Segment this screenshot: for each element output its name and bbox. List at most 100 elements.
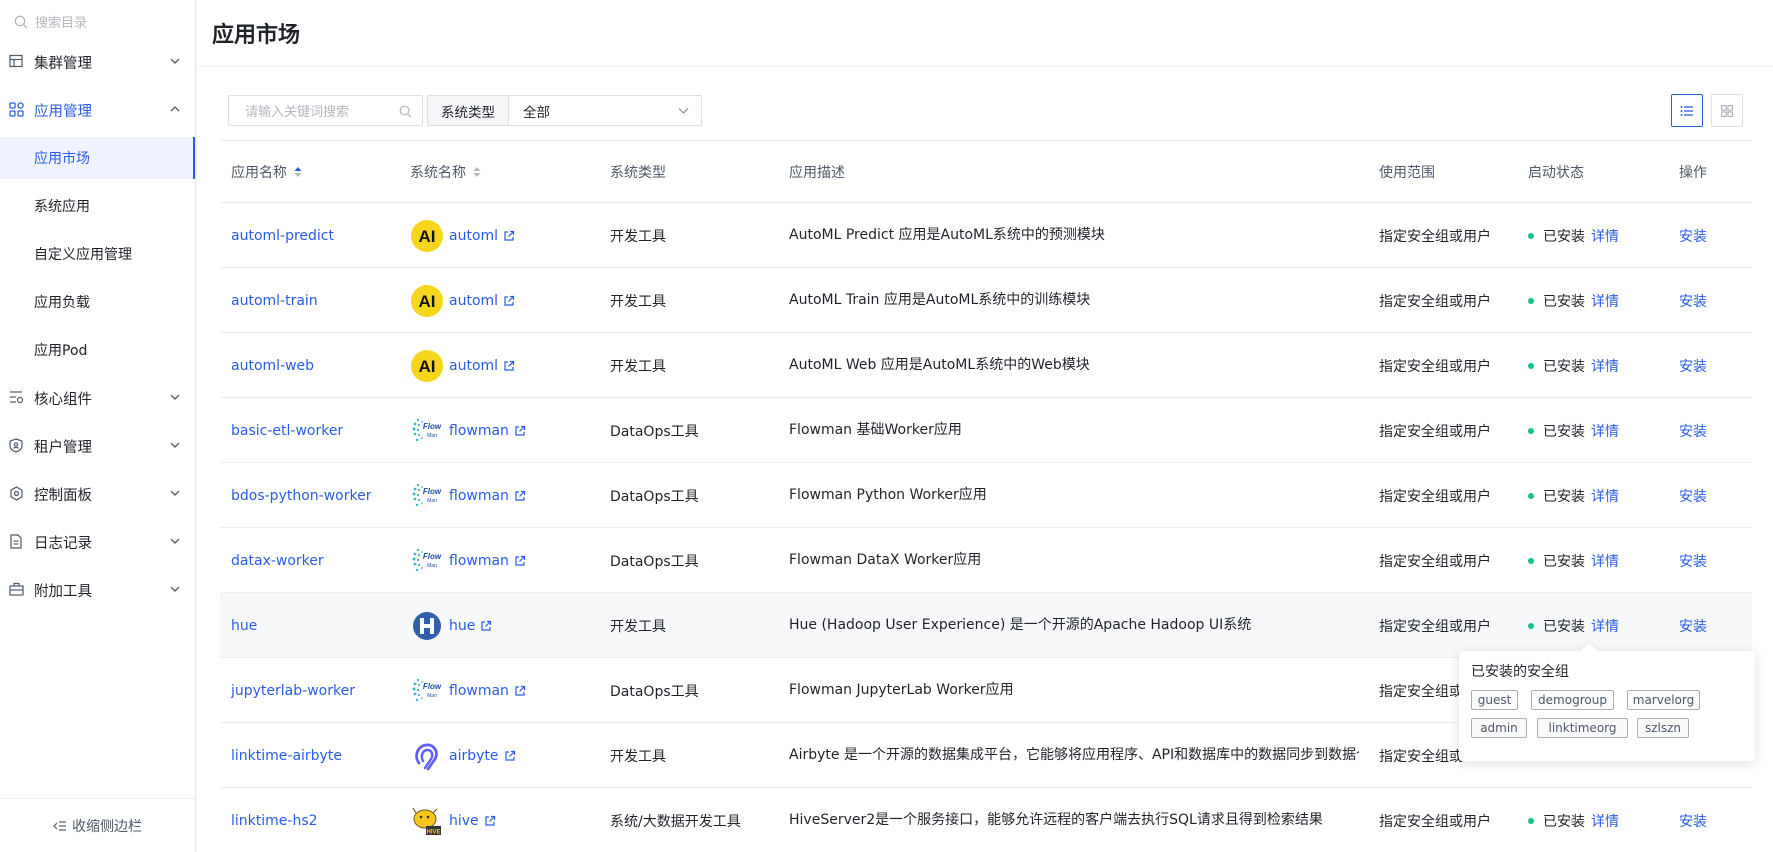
sidebar-item-custom-apps[interactable]: 自定义应用管理 [0,233,195,275]
system-type-label: 系统类型 [427,95,509,126]
install-button[interactable]: 安装 [1679,333,1707,398]
detail-link[interactable]: 详情 [1591,226,1619,246]
th-app-name-label: 应用名称 [231,165,287,181]
install-button[interactable]: 安装 [1679,268,1707,333]
collapse-sidebar-label: 收缩侧边栏 [72,818,142,835]
collapse-icon [53,820,66,831]
menu-core-components[interactable]: 核心组件 [0,376,195,420]
system-name-link[interactable]: flowman [449,553,509,569]
system-name-link[interactable]: hue [449,618,475,634]
svg-text:Flow: Flow [423,682,442,691]
system-name-link[interactable]: flowman [449,488,509,504]
detail-link[interactable]: 详情 [1591,486,1619,506]
app-name-link[interactable]: basic-etl-worker [231,398,343,463]
group-tag: guest [1471,690,1518,710]
system-type-cell: DataOps工具 [610,488,699,505]
app-name-link[interactable]: linktime-hs2 [231,788,318,852]
install-button[interactable]: 安装 [1679,593,1707,658]
app-name-link[interactable]: automl-train [231,268,318,333]
system-name-link[interactable]: flowman [449,423,509,439]
app-name-link[interactable]: datax-worker [231,528,324,593]
scope-cell: 指定安全组或用户 [1379,358,1491,375]
status-cell: 已安装 详情 [1528,528,1619,593]
system-type-select[interactable]: 全部 [509,95,702,126]
scope-cell: 指定安全组或用户 [1379,618,1491,635]
external-link-icon[interactable] [503,360,515,372]
keyword-search-input[interactable]: 请输入关键词搜索 [228,95,423,126]
sidebar-item-app-pod[interactable]: 应用Pod [0,329,195,371]
components-icon [9,390,25,406]
system-name-link[interactable]: automl [449,293,498,309]
installed-groups-popover: 已安装的安全组 guest demogroup marvelorg admin … [1459,642,1755,761]
description-text: Flowman DataX Worker应用 [789,552,982,568]
sidebar-item-app-load[interactable]: 应用负载 [0,281,195,323]
page-header: 应用市场 [197,0,1773,65]
external-link-icon[interactable] [504,750,516,762]
collapse-sidebar-button[interactable]: 收缩侧边栏 [0,798,195,852]
install-button[interactable]: 安装 [1679,463,1707,528]
th-system-name[interactable]: 系统名称 [410,141,481,203]
system-name-link[interactable]: automl [449,358,498,374]
list-view-button[interactable] [1671,94,1703,127]
app-name-link[interactable]: jupyterlab-worker [231,658,355,723]
detail-link[interactable]: 详情 [1591,421,1619,441]
app-name-link[interactable]: bdos-python-worker [231,463,371,528]
svg-text:Man: Man [427,693,437,699]
app-name-link[interactable]: linktime-airbyte [231,723,342,788]
external-link-icon[interactable] [484,815,496,827]
sort-icon [473,167,481,177]
system-name-link[interactable]: automl [449,228,498,244]
detail-link[interactable]: 详情 [1591,291,1619,311]
menu-control-panel-label: 控制面板 [34,487,92,504]
app-name-link[interactable]: automl-predict [231,203,334,268]
catalog-search[interactable]: 搜索目录 [14,12,87,31]
menu-extra-tools-label: 附加工具 [34,583,92,600]
system-type-filter: 系统类型 全部 [427,95,702,126]
app-name-link[interactable]: automl-web [231,333,314,398]
apps-grid-icon [9,102,25,118]
app-name-link[interactable]: hue [231,593,257,658]
detail-link[interactable]: 详情 [1591,356,1619,376]
detail-link[interactable]: 详情 [1591,811,1619,831]
table-row: linktime-hs2 HIVE hive 系统/大数据开发工具 HiveSe… [220,788,1752,852]
external-link-icon[interactable] [514,490,526,502]
external-link-icon[interactable] [514,685,526,697]
menu-control-panel[interactable]: 控制面板 [0,472,195,516]
system-name-link[interactable]: flowman [449,683,509,699]
scope-cell: 指定安全组或用户 [1379,423,1491,440]
external-link-icon[interactable] [514,425,526,437]
th-app-name[interactable]: 应用名称 [231,141,302,203]
sidebar-item-system-apps-label: 系统应用 [34,199,90,215]
menu-extra-tools[interactable]: 附加工具 [0,568,195,612]
menu-log-records[interactable]: 日志记录 [0,520,195,564]
menu-cluster-management[interactable]: 集群管理 [0,40,195,84]
menu-app-management[interactable]: 应用管理 [0,88,195,132]
system-name-link[interactable]: airbyte [449,748,499,764]
detail-link[interactable]: 详情 [1591,616,1619,636]
sidebar-item-system-apps[interactable]: 系统应用 [0,185,195,227]
menu-tenant-management[interactable]: 租户管理 [0,424,195,468]
detail-link[interactable]: 详情 [1591,551,1619,571]
description-cell: HiveServer2是一个服务接口，能够允许远程的客户端去执行SQL请求且得到… [789,788,1359,852]
install-button[interactable]: 安装 [1679,398,1707,463]
status-text: 已安装 [1543,423,1585,440]
menu-cluster-management-label: 集群管理 [34,55,92,72]
grid-view-button[interactable] [1711,94,1743,127]
external-link-icon[interactable] [503,230,515,242]
menu-core-components-label: 核心组件 [34,391,92,408]
scope-cell: 指定安全组或 [1379,683,1463,700]
system-cell: Flow Man flowman [410,398,526,463]
popover-title: 已安装的安全组 [1471,664,1569,680]
external-link-icon[interactable] [503,295,515,307]
external-link-icon[interactable] [480,620,492,632]
install-button[interactable]: 安装 [1679,203,1707,268]
install-button[interactable]: 安装 [1679,528,1707,593]
chevron-down-icon [170,586,180,592]
description-cell: AutoML Web 应用是AutoML系统中的Web模块 [789,333,1359,398]
svg-text:Man: Man [427,498,437,504]
system-type-cell: 开发工具 [610,358,666,375]
external-link-icon[interactable] [514,555,526,567]
install-button[interactable]: 安装 [1679,788,1707,852]
system-name-link[interactable]: hive [449,813,479,829]
sidebar-item-app-market[interactable]: 应用市场 [0,137,195,179]
